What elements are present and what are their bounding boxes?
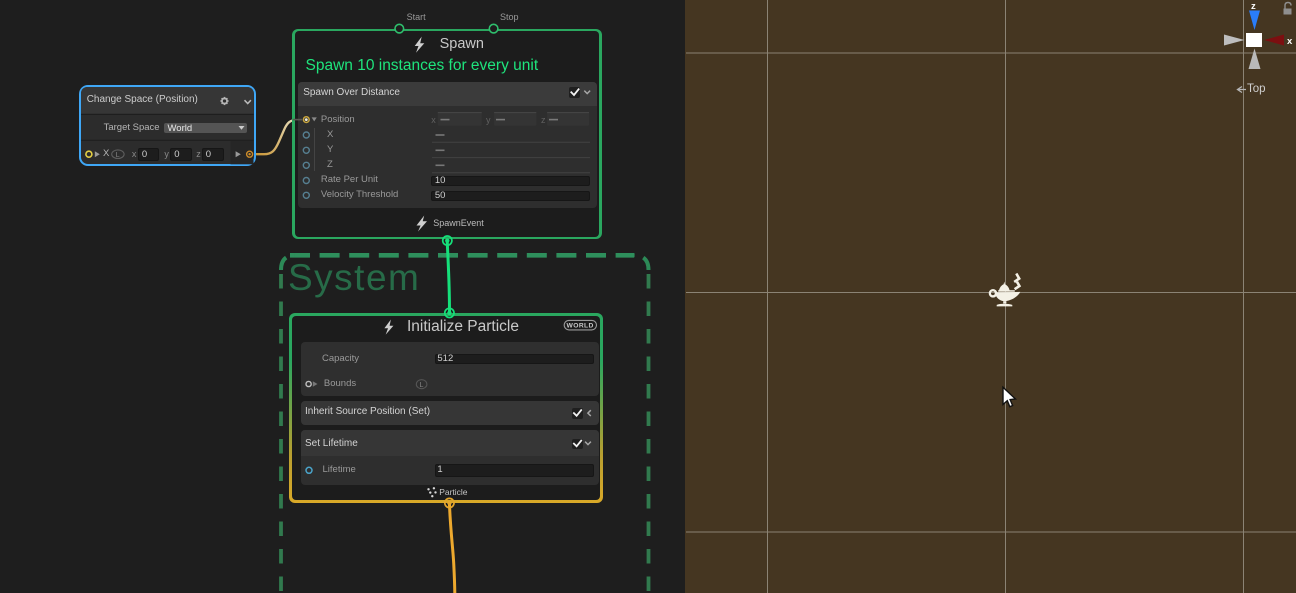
svg-text:L: L	[420, 382, 424, 389]
svg-text:L: L	[116, 152, 120, 159]
